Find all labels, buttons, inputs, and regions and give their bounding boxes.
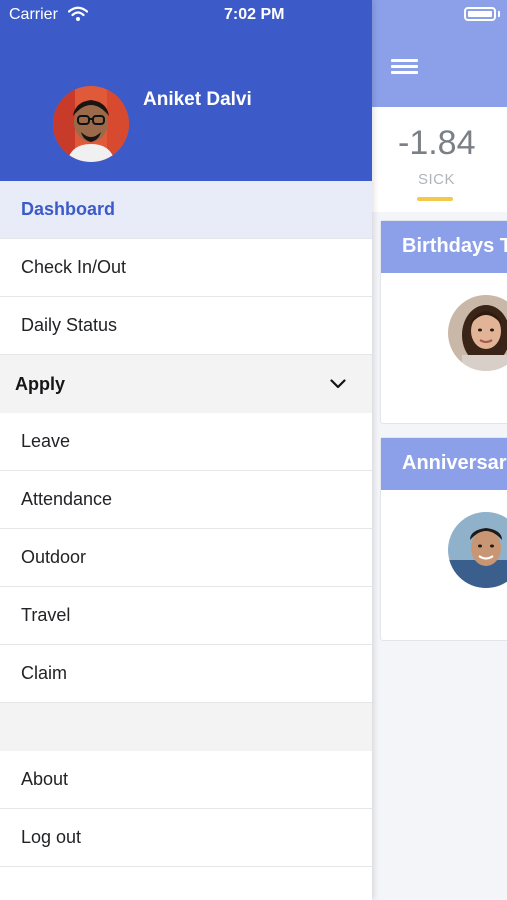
apply-section-toggle[interactable]: Apply <box>0 355 372 413</box>
menu-item-outdoor[interactable]: Outdoor <box>0 529 372 587</box>
menu-item-check-in-out[interactable]: Check In/Out <box>0 239 372 297</box>
menu-item-travel[interactable]: Travel <box>0 587 372 645</box>
leave-balance-value: -1.84 <box>398 124 476 162</box>
birthdays-card: Birthdays T <box>380 220 507 424</box>
menu-item-about[interactable]: About <box>0 751 372 809</box>
menu-item-attendance[interactable]: Attendance <box>0 471 372 529</box>
menu-item-log-out[interactable]: Log out <box>0 809 372 867</box>
anniversary-card-header: Anniversar <box>381 438 507 490</box>
birthdays-card-header: Birthdays T <box>381 221 507 273</box>
drawer-header: Carrier 7:02 PM Aniket Dalvi <box>0 0 372 181</box>
battery-tip <box>498 11 500 17</box>
app-header <box>372 0 507 107</box>
battery-icon <box>464 7 496 21</box>
profile-avatar[interactable] <box>53 86 129 162</box>
navigation-drawer: Carrier 7:02 PM Aniket Dalvi Dashboard C… <box>0 0 372 900</box>
dashboard-screen: -1.84 SICK Birthdays T Anniversar <box>372 0 507 900</box>
leave-tab-indicator <box>417 197 453 201</box>
carrier-label: Carrier <box>9 6 58 23</box>
menu-item-claim[interactable]: Claim <box>0 645 372 703</box>
hamburger-menu-icon[interactable] <box>391 57 418 77</box>
anniversary-person-avatar[interactable] <box>448 512 507 588</box>
profile-name: Aniket Dalvi <box>143 89 252 110</box>
birthday-person-avatar[interactable] <box>448 295 507 371</box>
anniversary-title: Anniversar <box>402 452 507 474</box>
menu-item-leave[interactable]: Leave <box>0 413 372 471</box>
chevron-down-icon <box>330 379 346 389</box>
drawer-menu: Dashboard Check In/Out Daily Status Appl… <box>0 181 372 867</box>
anniversary-card: Anniversar <box>380 437 507 641</box>
leave-balance-label[interactable]: SICK <box>418 171 455 188</box>
birthdays-title: Birthdays T <box>402 235 507 257</box>
status-time: 7:02 PM <box>224 6 285 23</box>
menu-item-daily-status[interactable]: Daily Status <box>0 297 372 355</box>
wifi-icon <box>68 6 88 21</box>
menu-spacer <box>0 703 372 751</box>
menu-item-dashboard[interactable]: Dashboard <box>0 181 372 239</box>
apply-section-label: Apply <box>15 373 66 394</box>
